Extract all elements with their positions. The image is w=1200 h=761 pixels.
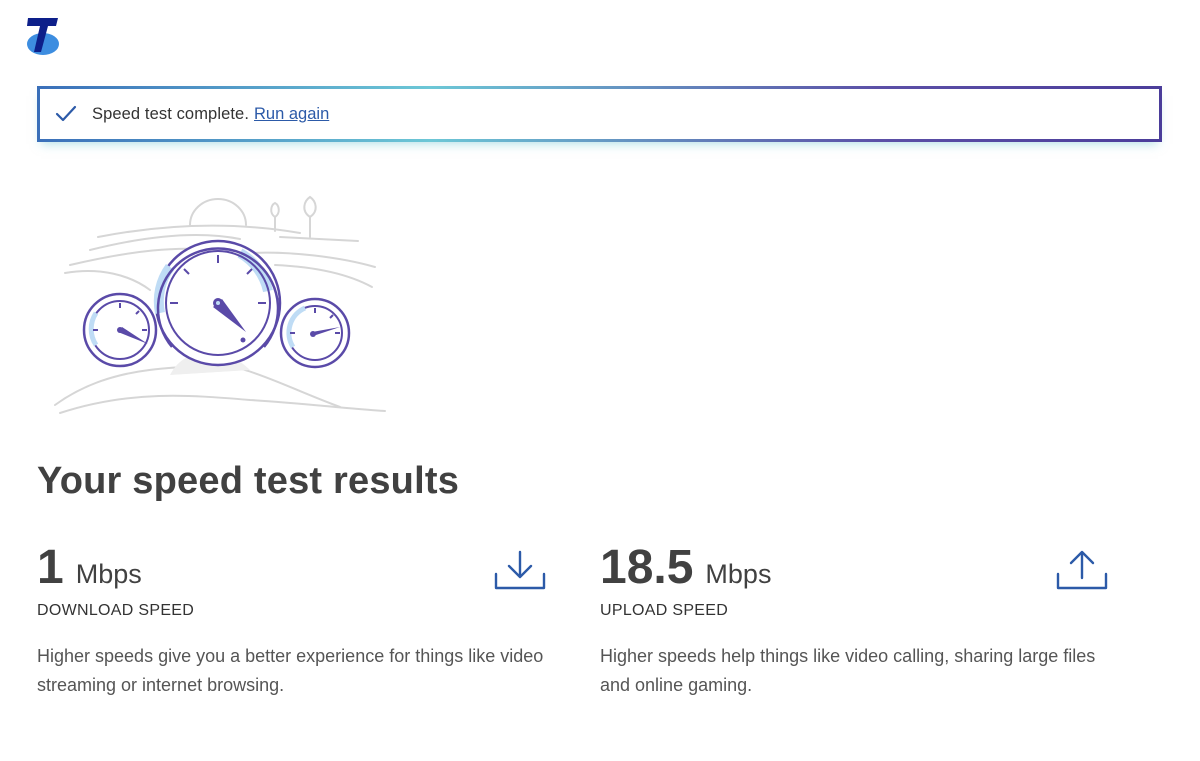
checkmark-icon — [55, 105, 77, 122]
upload-unit: Mbps — [705, 559, 772, 589]
upload-icon — [1056, 550, 1108, 590]
results-heading: Your speed test results — [37, 460, 460, 502]
download-stat: 1 Mbps DOWNLOAD SPEED Higher speeds give… — [37, 540, 557, 700]
status-banner: Speed test complete. Run again — [37, 86, 1162, 142]
speedometer-illustration — [54, 195, 386, 414]
download-unit: Mbps — [75, 559, 142, 589]
upload-description: Higher speeds help things like video cal… — [600, 646, 1096, 695]
upload-label: UPLOAD SPEED — [600, 602, 729, 619]
download-icon — [494, 550, 546, 590]
download-description: Higher speeds give you a better experien… — [37, 646, 544, 695]
upload-stat: 18.5 Mbps UPLOAD SPEED Higher speeds hel… — [600, 540, 1120, 700]
telstra-logo[interactable] — [24, 14, 64, 56]
download-value: 1 — [37, 541, 64, 594]
speed-test-page: Speed test complete. Run again Your spee… — [0, 0, 1200, 761]
upload-value: 18.5 — [600, 541, 694, 594]
download-label: DOWNLOAD SPEED — [37, 602, 195, 619]
run-again-link[interactable]: Run again — [254, 105, 329, 124]
download-value-row: 1 Mbps — [37, 540, 557, 596]
upload-value-row: 18.5 Mbps — [600, 540, 1120, 596]
status-message: Speed test complete. — [92, 104, 250, 123]
